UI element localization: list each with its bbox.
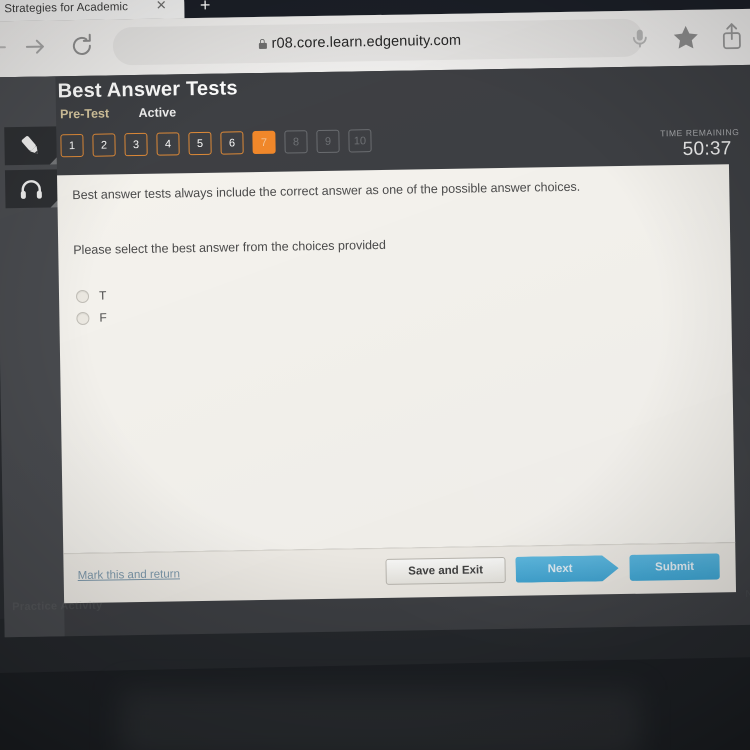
address-bar[interactable]: r08.core.learn.edgenuity.com [112, 18, 644, 66]
question-statement: Best answer tests always include the cor… [72, 179, 581, 203]
question-button-9[interactable]: 9 [316, 129, 340, 154]
radio-button-t[interactable] [75, 289, 90, 303]
answer-choice-t[interactable]: T [75, 285, 107, 308]
assignment-meta: Pre-Test Active [60, 105, 176, 121]
background-text-right: Next [745, 588, 750, 600]
question-button-4[interactable]: 4 [156, 132, 180, 156]
save-and-exit-button[interactable]: Save and Exit [385, 556, 506, 585]
question-button-5[interactable]: 5 [188, 131, 212, 156]
pencil-icon [21, 136, 38, 154]
timer-value: 50:37 [682, 138, 732, 160]
back-arrow-icon[interactable] [0, 33, 9, 61]
lock-icon [259, 39, 267, 49]
mark-this-and-return-link[interactable]: Mark this and return [78, 568, 180, 582]
question-prompt: Please select the best answer from the c… [73, 237, 387, 258]
question-footer: Mark this and return Save and Exit Next … [63, 542, 737, 604]
question-button-8[interactable]: 8 [284, 130, 308, 154]
answer-label-f: F [99, 310, 107, 325]
answer-label-t: T [98, 288, 107, 303]
tool-rail [0, 76, 65, 638]
answer-choices: T F [75, 285, 107, 330]
star-icon[interactable] [670, 21, 703, 54]
page-title: Best Answer Tests [57, 77, 238, 103]
audio-tool-button[interactable] [4, 169, 58, 209]
question-button-1[interactable]: 1 [60, 133, 84, 158]
next-button[interactable]: Next [515, 555, 618, 583]
rail-corner-marker [49, 157, 57, 165]
highlighter-tool-button[interactable] [4, 126, 57, 166]
tab-title: Strategies for Academic [4, 0, 129, 15]
question-pager: 1 2 3 4 5 6 7 8 9 10 [60, 129, 372, 158]
background-text-left: Practice Activity [12, 599, 103, 614]
assignment-type: Pre-Test [59, 106, 110, 122]
desk-highlight [120, 690, 640, 750]
forward-arrow-icon[interactable] [21, 32, 49, 60]
url-text: r08.core.learn.edgenuity.com [271, 32, 462, 52]
question-button-10[interactable]: 10 [348, 129, 372, 153]
edgenuity-app: Best Answer Tests Pre-Test Active 1 2 3 … [0, 64, 750, 638]
answer-choice-f[interactable]: F [76, 307, 107, 330]
headphones-icon [20, 180, 42, 199]
radio-button-f[interactable] [76, 311, 90, 325]
question-button-3[interactable]: 3 [124, 132, 148, 157]
question-button-6[interactable]: 6 [220, 131, 244, 155]
question-button-7[interactable]: 7 [252, 130, 276, 155]
question-button-2[interactable]: 2 [92, 133, 116, 157]
reload-icon[interactable] [68, 32, 96, 60]
microphone-icon[interactable] [625, 22, 655, 52]
close-icon[interactable]: ✕ [154, 0, 168, 13]
new-tab-button[interactable]: + [184, 0, 226, 18]
photo-of-screen: Strategies for Academic ✕ + r08.core.lea… [0, 0, 750, 750]
submit-button[interactable]: Submit [629, 553, 720, 581]
share-icon[interactable] [717, 20, 748, 52]
question-card: Best answer tests always include the cor… [57, 164, 736, 554]
assignment-status: Active [138, 105, 177, 120]
device-screen: Strategies for Academic ✕ + r08.core.lea… [0, 0, 750, 638]
